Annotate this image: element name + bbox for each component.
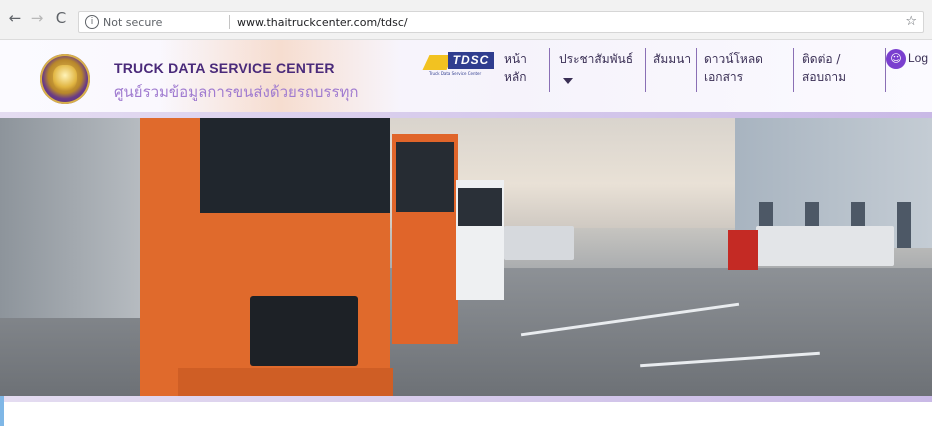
- department-seal-logo[interactable]: [40, 54, 90, 104]
- banner-red-truck: [728, 230, 758, 270]
- nav-contact-line2: สอบถาม: [802, 70, 847, 84]
- browser-toolbar: ← → C i Not secure www.thaitruckcenter.c…: [0, 0, 932, 40]
- tdsc-logo-tagline: Truck Data Service Center: [429, 71, 482, 76]
- nav-divider: [696, 48, 697, 92]
- login-link[interactable]: Log: [908, 51, 928, 65]
- star-icon[interactable]: ☆: [905, 14, 917, 29]
- nav-divider: [793, 48, 794, 92]
- address-divider: [229, 15, 230, 29]
- nav-contact[interactable]: ติดต่อ / สอบถาม: [802, 50, 846, 86]
- banner-second-truck-windshield: [396, 142, 454, 212]
- reload-icon[interactable]: C: [52, 9, 70, 27]
- warehouse-door: [897, 202, 911, 248]
- url-text[interactable]: www.thaitruckcenter.com/tdsc/: [237, 16, 408, 29]
- banner-truck-windshield: [200, 118, 390, 213]
- banner-trailer-left: [0, 118, 150, 318]
- seal-emblem: [53, 65, 77, 91]
- forward-arrow-icon[interactable]: →: [28, 9, 46, 27]
- page-left-edge: [0, 396, 4, 426]
- nav-home[interactable]: หน้า หลัก: [504, 50, 527, 86]
- site-header: TRUCK DATA SERVICE CENTER ศูนย์รวมข้อมูล…: [0, 40, 932, 112]
- nav-download-documents[interactable]: ดาวน์โหลด เอกสาร: [704, 50, 763, 86]
- hero-banner-image: [0, 118, 932, 396]
- banner-trailer: [756, 226, 894, 266]
- nav-download-line2: เอกสาร: [704, 70, 744, 84]
- nav-home-line2: หลัก: [504, 70, 527, 84]
- banner-truck-bumper: [178, 368, 393, 396]
- nav-seminar[interactable]: สัมมนา: [653, 50, 691, 68]
- nav-download-line1: ดาวน์โหลด: [704, 52, 763, 66]
- tdsc-logo[interactable]: TDSC Truck Data Service Center: [422, 52, 494, 76]
- tdsc-logo-text: TDSC: [448, 52, 494, 69]
- back-arrow-icon[interactable]: ←: [6, 9, 24, 27]
- nav-public-relations-label: ประชาสัมพันธ์: [559, 52, 634, 66]
- banner-bottom-stripe: [0, 396, 932, 402]
- nav-contact-line1: ติดต่อ /: [802, 52, 841, 66]
- nav-home-line1: หน้า: [504, 52, 527, 66]
- nav-divider: [645, 48, 646, 92]
- nav-divider: [549, 48, 550, 92]
- nav-public-relations[interactable]: ประชาสัมพันธ์: [559, 50, 634, 84]
- address-bar[interactable]: i Not secure www.thaitruckcenter.com/tds…: [78, 11, 924, 33]
- security-status[interactable]: Not secure: [103, 16, 162, 29]
- banner-white-truck-windshield: [458, 188, 502, 226]
- nav-seminar-label: สัมมนา: [653, 52, 692, 66]
- site-subtitle: ศูนย์รวมข้อมูลการขนส่งด้วยรถบรรทุก: [114, 83, 359, 101]
- banner-trailer: [504, 226, 574, 260]
- banner-truck-grill: [250, 296, 358, 366]
- info-icon[interactable]: i: [85, 15, 99, 29]
- dropdown-caret-icon: [563, 78, 573, 84]
- user-icon[interactable]: ☺: [886, 49, 906, 69]
- site-title[interactable]: TRUCK DATA SERVICE CENTER: [114, 60, 335, 76]
